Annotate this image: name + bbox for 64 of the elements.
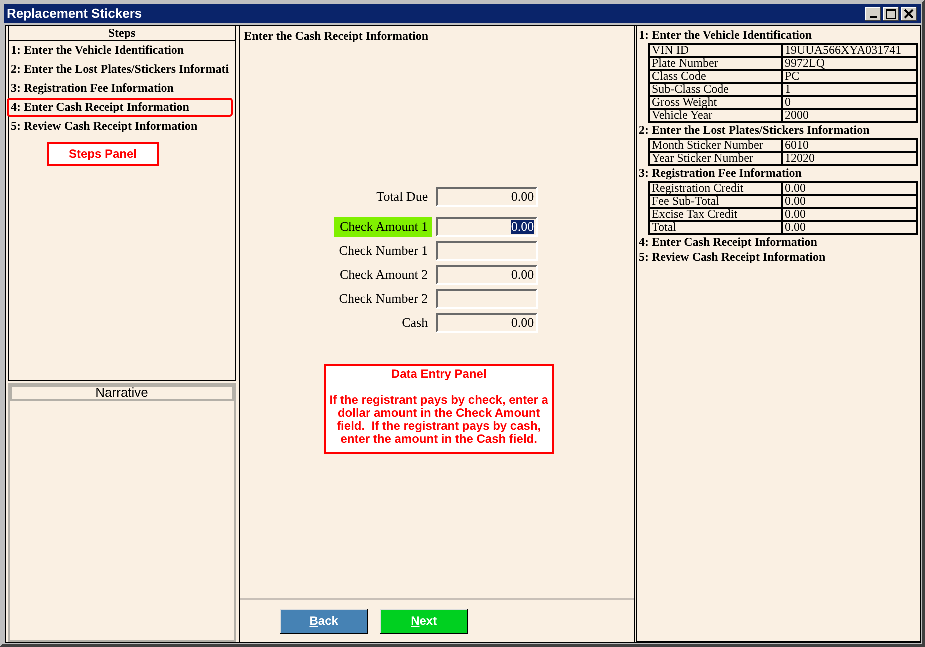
table-cell: 0.00 [782, 221, 917, 234]
table-cell: 0.00 [782, 208, 917, 221]
input-field[interactable]: 0.00 [436, 313, 538, 333]
summary-heading: 3: Registration Fee Information [639, 166, 803, 181]
narrative-title: Narrative [10, 385, 234, 401]
step-item[interactable]: 5: Review Cash Receipt Information [7, 117, 234, 136]
table-cell: Month Sticker Number [649, 139, 782, 152]
input-field[interactable] [436, 241, 538, 261]
table-cell: VIN ID [649, 44, 782, 57]
table-cell: 0 [782, 96, 917, 109]
table-cell: Plate Number [649, 57, 782, 70]
callout-text: If the registrant pays by check, enter a dollar amount in the Check Amount field. If the registrant pays by cash, enter the amount in the Cash field. [328, 394, 550, 446]
step-item[interactable]: 1: Enter the Vehicle Identification [7, 41, 234, 60]
field-label: Check Amount 2 [338, 266, 430, 284]
input-field[interactable] [436, 289, 538, 309]
table-cell: 9972LQ [782, 57, 917, 70]
maximize-button[interactable] [883, 6, 899, 20]
summary-heading: 2: Enter the Lost Plates/Stickers Information [639, 123, 871, 138]
step-item[interactable]: 2: Enter the Lost Plates/Stickers Informati [7, 60, 234, 79]
field-label: Check Number 2 [338, 290, 430, 308]
table-cell: 1 [782, 83, 917, 96]
field-label: Check Number 1 [338, 242, 430, 260]
field-value: 0.00 [511, 190, 534, 204]
table-cell: Class Code [649, 70, 782, 83]
input-field[interactable]: 0.00 [436, 265, 538, 285]
minimize-button[interactable] [865, 6, 881, 20]
field-label: Cash [401, 314, 430, 332]
table-cell: 6010 [782, 139, 917, 152]
table-cell: 0.00 [782, 182, 917, 195]
summary-heading: 1: Enter the Vehicle Identification [639, 28, 814, 43]
field-value: 0.00 [511, 316, 534, 330]
summary-heading: 4: Enter Cash Receipt Information [639, 235, 818, 250]
entry-title: Enter the Cash Receipt Information [244, 29, 430, 44]
table-cell: Fee Sub-Total [649, 195, 782, 208]
table-cell: PC [782, 70, 917, 83]
summary-heading: 5: Review Cash Receipt Information [639, 250, 827, 265]
input-field[interactable]: 0.00 [436, 217, 538, 237]
table-cell: Excise Tax Credit [649, 208, 782, 221]
table-cell: Registration Credit [649, 182, 782, 195]
callout-title: Data Entry Panel [390, 368, 488, 381]
table-cell: Gross Weight [649, 96, 782, 109]
table-cell: 2000 [782, 109, 917, 122]
table-cell: Sub-Class Code [649, 83, 782, 96]
table-cell: 19UUA566XYA031741 [782, 44, 917, 57]
window-title: Replacement Stickers [7, 6, 142, 21]
table-cell: Year Sticker Number [649, 152, 782, 165]
step-item[interactable]: 3: Registration Fee Information [7, 79, 234, 98]
minimize-icon [870, 16, 876, 18]
field-label: Total Due [376, 188, 430, 206]
table-cell: Total [649, 221, 782, 234]
field-value: 0.00 [511, 220, 534, 234]
table-cell: 0.00 [782, 195, 917, 208]
steps-title: Steps [9, 26, 236, 41]
steps-panel-callout: Steps Panel [47, 142, 159, 166]
maximize-icon [886, 8, 896, 18]
close-icon [904, 8, 914, 18]
table-cell: 12020 [782, 152, 917, 165]
close-button[interactable] [901, 6, 917, 20]
step-item[interactable]: 4: Enter Cash Receipt Information [7, 98, 234, 117]
table-cell: Vehicle Year [649, 109, 782, 122]
back-button[interactable]: Back [280, 608, 368, 634]
field-value: 0.00 [511, 268, 534, 282]
input-field[interactable]: 0.00 [436, 187, 538, 207]
field-label: Check Amount 1 [334, 217, 432, 237]
